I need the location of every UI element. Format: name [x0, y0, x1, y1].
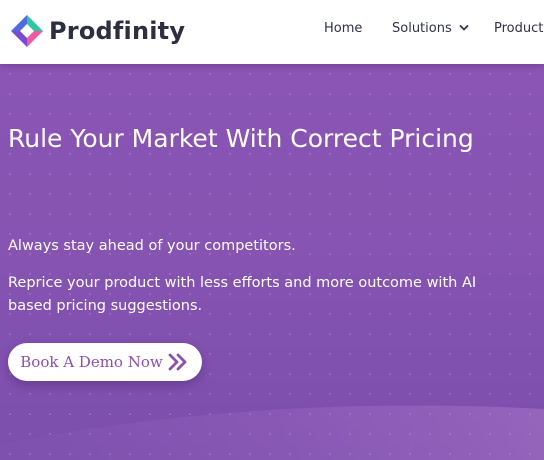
- hero-description: Reprice your product with less efforts a…: [8, 275, 477, 314]
- hero-title: Rule Your Market With Correct Pricing: [8, 124, 474, 153]
- brand[interactable]: Prodfinity: [9, 11, 185, 51]
- nav-product-label: Product: [494, 20, 544, 36]
- nav-home[interactable]: Home: [324, 0, 362, 56]
- book-demo-label: Book A Demo Now: [20, 353, 163, 371]
- nav-home-label: Home: [324, 20, 363, 36]
- hero-tagline: Always stay ahead of your competitors.: [8, 238, 296, 254]
- brand-name: Prodfinity: [49, 17, 186, 45]
- landing-page: Prodfinity Home Solutions Product Rule Y…: [0, 0, 544, 460]
- nav-solutions[interactable]: Solutions: [392, 0, 470, 56]
- hero-section: Rule Your Market With Correct Pricing Al…: [0, 64, 544, 460]
- double-chevron-right-icon: [168, 353, 187, 371]
- book-demo-button[interactable]: Book A Demo Now: [8, 343, 202, 381]
- chevron-down-icon: [459, 25, 469, 31]
- nav-solutions-label: Solutions: [392, 20, 452, 36]
- prodfinity-logo-icon: [11, 15, 43, 47]
- site-header: Prodfinity Home Solutions Product: [0, 0, 544, 64]
- nav-product[interactable]: Product: [494, 0, 543, 56]
